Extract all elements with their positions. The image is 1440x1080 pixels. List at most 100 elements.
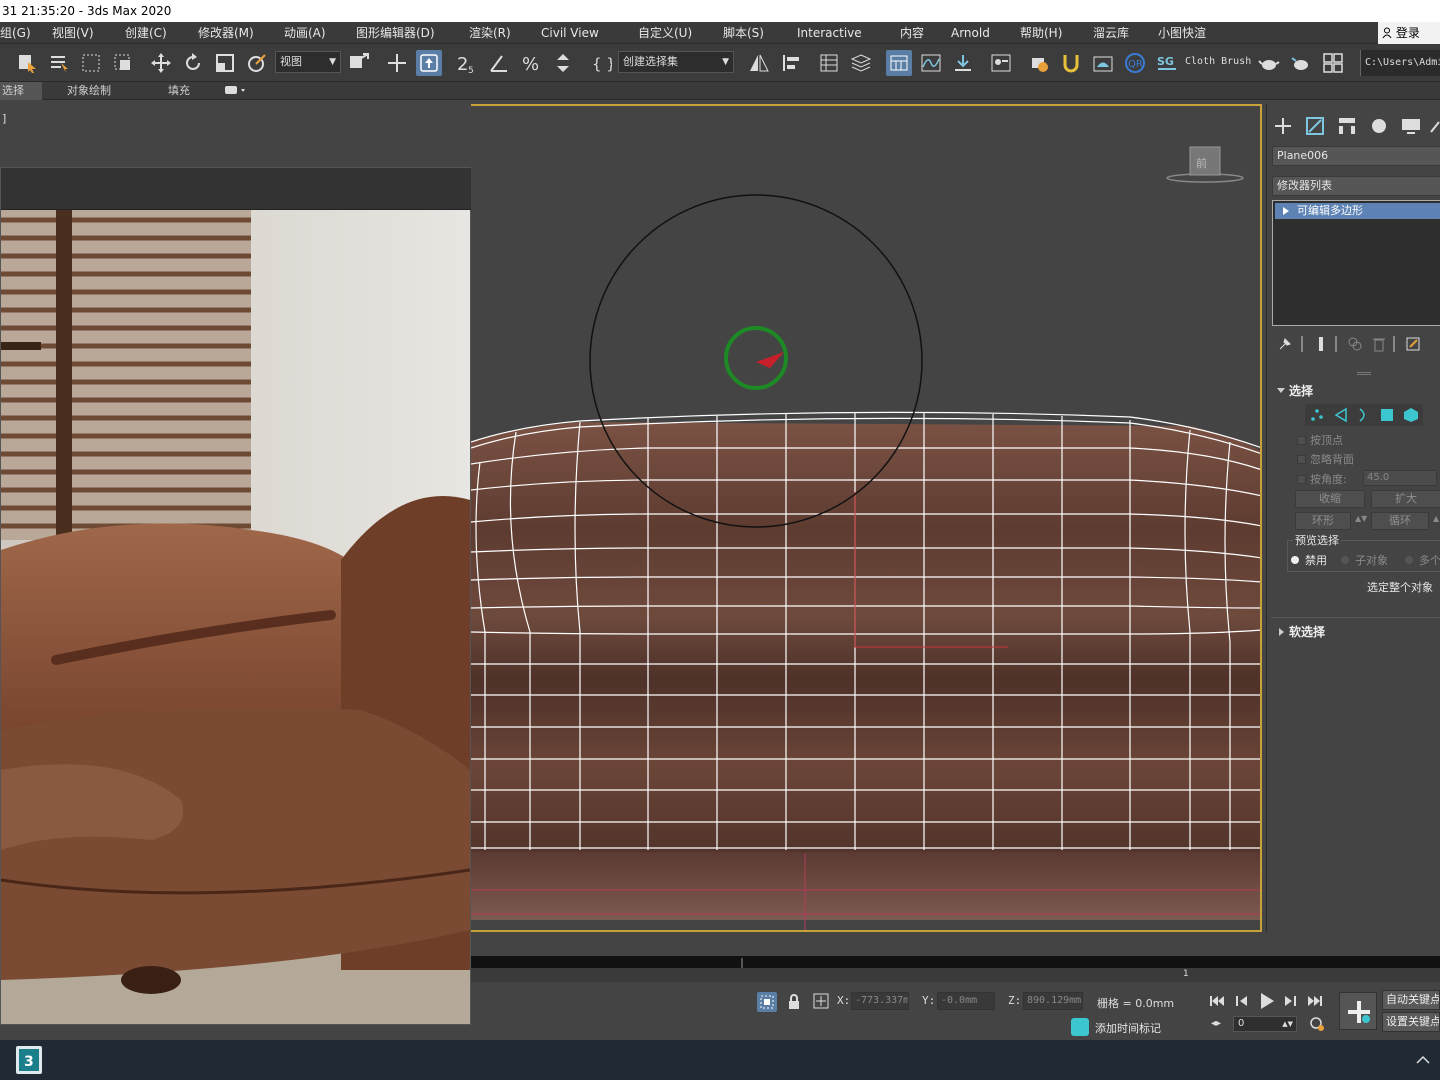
checkbox[interactable] (1297, 455, 1306, 464)
ribbon-options-icon[interactable] (224, 83, 248, 101)
show-end-result-icon[interactable] (1313, 336, 1329, 352)
y-coord-field[interactable]: -0.0mm (937, 992, 995, 1010)
grow-button[interactable]: 扩大 (1371, 490, 1440, 508)
render-frame-icon[interactable] (1090, 50, 1116, 76)
scene-explorer-icon[interactable] (816, 50, 842, 76)
3ds-max-taskbar-icon[interactable]: 3 (16, 1046, 42, 1074)
viewcube[interactable]: 前 (1166, 146, 1244, 183)
radio-icon[interactable] (1341, 556, 1349, 564)
edit-named-selection-icon[interactable]: { } (588, 50, 614, 76)
vertex-mode-icon[interactable] (1309, 407, 1325, 426)
configure-modifier-sets-icon[interactable] (1405, 336, 1421, 352)
window-crossing-icon[interactable] (110, 50, 136, 76)
utilities-tab-icon[interactable] (1427, 114, 1440, 138)
menu-civil-view[interactable]: Civil View (541, 22, 599, 44)
selection-lock-toggle-icon[interactable] (757, 992, 777, 1012)
curve-editor-icon[interactable] (918, 50, 944, 76)
create-tab-icon[interactable] (1271, 114, 1295, 138)
time-slider[interactable]: 1 (471, 956, 1440, 982)
edge-mode-icon[interactable] (1333, 407, 1349, 426)
reference-image-window[interactable] (0, 167, 471, 1025)
align-icon[interactable] (778, 50, 804, 76)
border-mode-icon[interactable] (1355, 407, 1371, 426)
make-unique-icon[interactable] (1347, 336, 1363, 352)
spinner-icon[interactable]: ▲▼ (1282, 1017, 1293, 1031)
ring-button[interactable]: 环形 (1295, 512, 1351, 530)
panel-resize-handle[interactable] (1357, 372, 1371, 375)
loop-button[interactable]: 循环 (1371, 512, 1429, 530)
grid-layout-icon[interactable] (1320, 50, 1346, 76)
ignore-backfacing-checkbox[interactable]: 忽略背面 (1297, 451, 1354, 467)
time-slider-track[interactable] (471, 956, 1440, 968)
next-frame-icon[interactable] (1281, 994, 1297, 1011)
rotate-icon[interactable] (180, 50, 206, 76)
menu-customize[interactable]: 自定义(U) (638, 22, 692, 44)
select-by-name-icon[interactable] (46, 50, 72, 76)
menu-graph-editors[interactable]: 图形编辑器(D) (356, 22, 435, 44)
current-frame-field[interactable]: 0 ▲▼ (1233, 1016, 1297, 1032)
menu-modifiers[interactable]: 修改器(M) (198, 22, 254, 44)
modifier-stack-item[interactable]: 可编辑多边形 (1275, 203, 1440, 219)
by-vertex-checkbox[interactable]: 按顶点 (1297, 432, 1343, 448)
unfold-icon[interactable] (1058, 50, 1084, 76)
menu-cloud-library[interactable]: 溜云库 (1093, 22, 1129, 44)
scale-icon[interactable] (212, 50, 238, 76)
cloth-brush-label[interactable]: Cloth Brush (1185, 56, 1253, 67)
lock-icon[interactable] (787, 993, 801, 1014)
loop-spinner-icon[interactable]: ▲ (1433, 514, 1439, 523)
select-object-icon[interactable] (14, 50, 40, 76)
menu-create[interactable]: 创建(C) (125, 22, 167, 44)
object-name-field[interactable]: Plane006 (1272, 146, 1440, 166)
move-icon[interactable] (148, 50, 174, 76)
time-config-icon[interactable] (1309, 1016, 1325, 1035)
teapot-icon[interactable] (1256, 50, 1282, 76)
selection-rollout-header[interactable]: 选择 (1271, 382, 1440, 400)
time-tag-icon[interactable] (1071, 1018, 1089, 1036)
menu-rendering[interactable]: 渲染(R) (469, 22, 511, 44)
chevron-up-icon[interactable] (1416, 1054, 1430, 1068)
motion-tab-icon[interactable] (1367, 114, 1391, 138)
select-manipulate-icon[interactable] (384, 50, 410, 76)
go-to-end-icon[interactable] (1307, 994, 1323, 1011)
sg-icon[interactable]: SG (1154, 50, 1180, 76)
pivot-center-icon[interactable] (346, 50, 372, 76)
shrink-button[interactable]: 收缩 (1295, 490, 1365, 508)
angle-snap-icon[interactable] (486, 50, 512, 76)
modifier-stack[interactable]: 可编辑多边形 (1272, 200, 1440, 326)
display-tab-icon[interactable] (1399, 114, 1423, 138)
soft-selection-rollout-header[interactable]: 软选择 (1271, 623, 1440, 641)
by-angle-checkbox[interactable]: 按角度: (1297, 471, 1347, 487)
tab-populate[interactable]: 填充 (168, 82, 190, 100)
absolute-mode-icon[interactable] (813, 993, 829, 1012)
x-coord-field[interactable]: -773.337m (851, 992, 909, 1010)
place-icon[interactable] (244, 50, 270, 76)
viewport-canvas[interactable]: 前 (471, 106, 1262, 932)
tab-selection[interactable]: 选择 (0, 82, 42, 100)
mirror-icon[interactable] (746, 50, 772, 76)
sofa-mesh[interactable] (471, 422, 1262, 852)
preview-disabled-radio[interactable]: 禁用 (1291, 552, 1327, 568)
angle-spinner[interactable]: 45.0 (1363, 470, 1437, 486)
polygon-mode-icon[interactable] (1379, 407, 1395, 426)
set-key-mode-button[interactable]: 设置关键点 (1382, 1012, 1440, 1032)
qr-icon[interactable]: QR (1122, 50, 1148, 76)
play-icon[interactable] (1259, 992, 1275, 1013)
go-to-start-icon[interactable] (1209, 994, 1225, 1011)
expand-arrow-icon[interactable] (1283, 207, 1289, 215)
named-selection-dropdown[interactable]: 创建选择集 ▼ (618, 51, 734, 73)
toggle-ribbon-icon[interactable] (886, 50, 912, 76)
z-coord-field[interactable]: 890.129mm (1023, 992, 1083, 1010)
image-window-header[interactable] (1, 168, 471, 210)
radio-icon[interactable] (1405, 556, 1413, 564)
add-time-tag-button[interactable]: 添加时间标记 (1095, 1020, 1161, 1036)
previous-frame-icon[interactable] (1235, 994, 1251, 1011)
tab-object-paint[interactable]: 对象绘制 (67, 82, 111, 100)
menu-view[interactable]: 视图(V) (52, 22, 94, 44)
render-setup-icon[interactable] (1026, 50, 1052, 76)
key-mode-toggle-icon[interactable]: ◂▸ (1211, 1018, 1221, 1029)
percent-snap-icon[interactable]: % (518, 50, 544, 76)
element-mode-icon[interactable] (1403, 407, 1419, 426)
auto-key-button[interactable]: 自动关键点 (1382, 990, 1440, 1010)
radio-selected-icon[interactable] (1291, 556, 1299, 564)
checkbox[interactable] (1297, 436, 1306, 445)
